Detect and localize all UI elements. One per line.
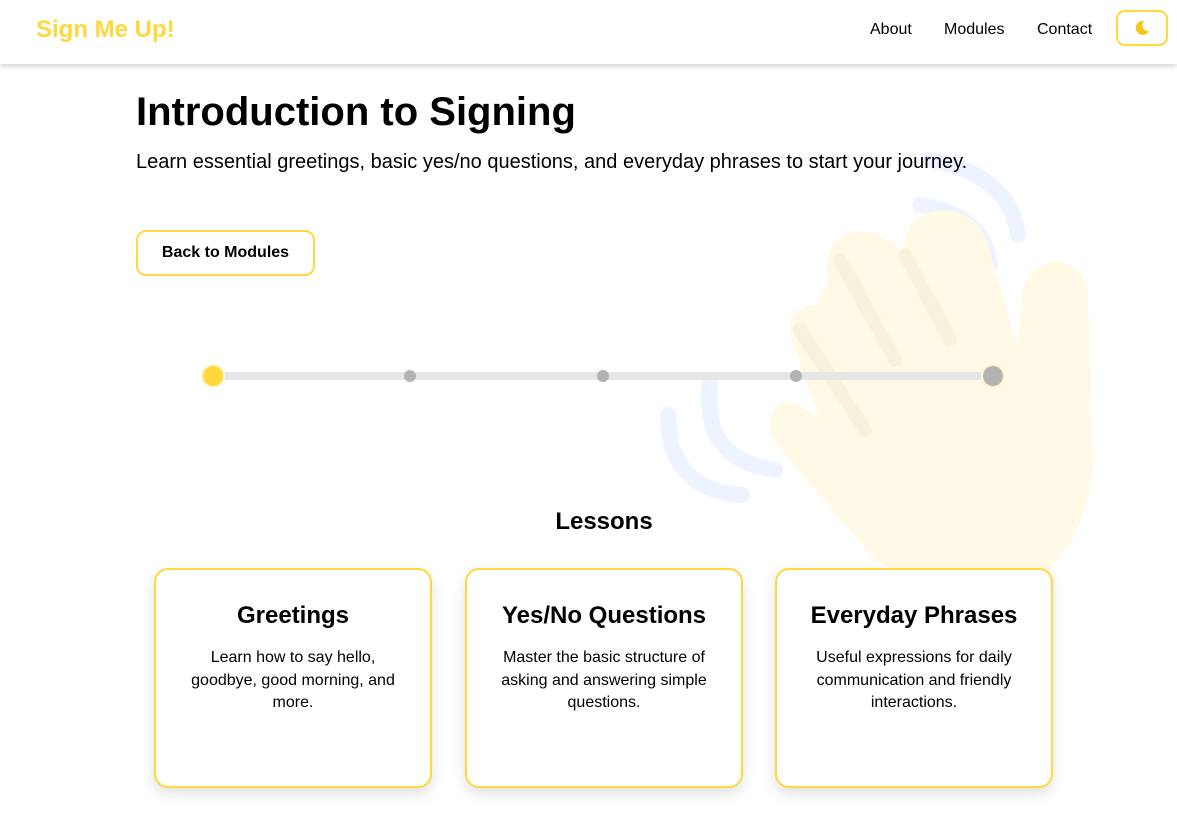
lessons-heading: Lessons	[555, 508, 653, 535]
lesson-card-description: Useful expressions for daily communicati…	[816, 649, 1012, 711]
page-title: Introduction to Signing	[136, 90, 576, 134]
nav-link-contact[interactable]: Contact	[1037, 20, 1092, 40]
nav-link-about[interactable]: About	[870, 20, 912, 40]
moon-icon	[1135, 20, 1149, 35]
progress-step-5[interactable]	[983, 366, 1003, 386]
lesson-card-title: Everyday Phrases	[810, 602, 1018, 629]
lesson-card-greetings[interactable]: Greetings Learn how to say hello, goodby…	[154, 568, 432, 788]
theme-toggle-button[interactable]	[1116, 10, 1168, 46]
lesson-card-everyday-phrases[interactable]: Everyday Phrases Useful expressions for …	[775, 568, 1053, 788]
progress-step-2[interactable]	[404, 370, 416, 382]
lesson-card-title: Yes/No Questions	[501, 602, 707, 629]
progress-step-4[interactable]	[790, 370, 802, 382]
progress-step-1[interactable]	[203, 366, 223, 386]
nav-link-modules[interactable]: Modules	[944, 20, 1004, 40]
lesson-card-description: Learn how to say hello, goodbye, good mo…	[191, 649, 395, 711]
brand-logo[interactable]: Sign Me Up!	[36, 16, 175, 44]
page-subtitle: Learn essential greetings, basic yes/no …	[136, 151, 968, 173]
module-page: Introduction to Signing Learn essential …	[0, 0, 1177, 823]
lesson-card-yes-no-questions[interactable]: Yes/No Questions Master the basic struct…	[465, 568, 743, 788]
back-to-modules-button[interactable]: Back to Modules	[136, 230, 315, 276]
progress-step-3[interactable]	[597, 370, 609, 382]
lesson-card-title: Greetings	[236, 602, 350, 629]
lesson-card-description: Master the basic structure of asking and…	[501, 649, 707, 711]
navbar: Sign Me Up! About Modules Contact	[0, 0, 1177, 64]
